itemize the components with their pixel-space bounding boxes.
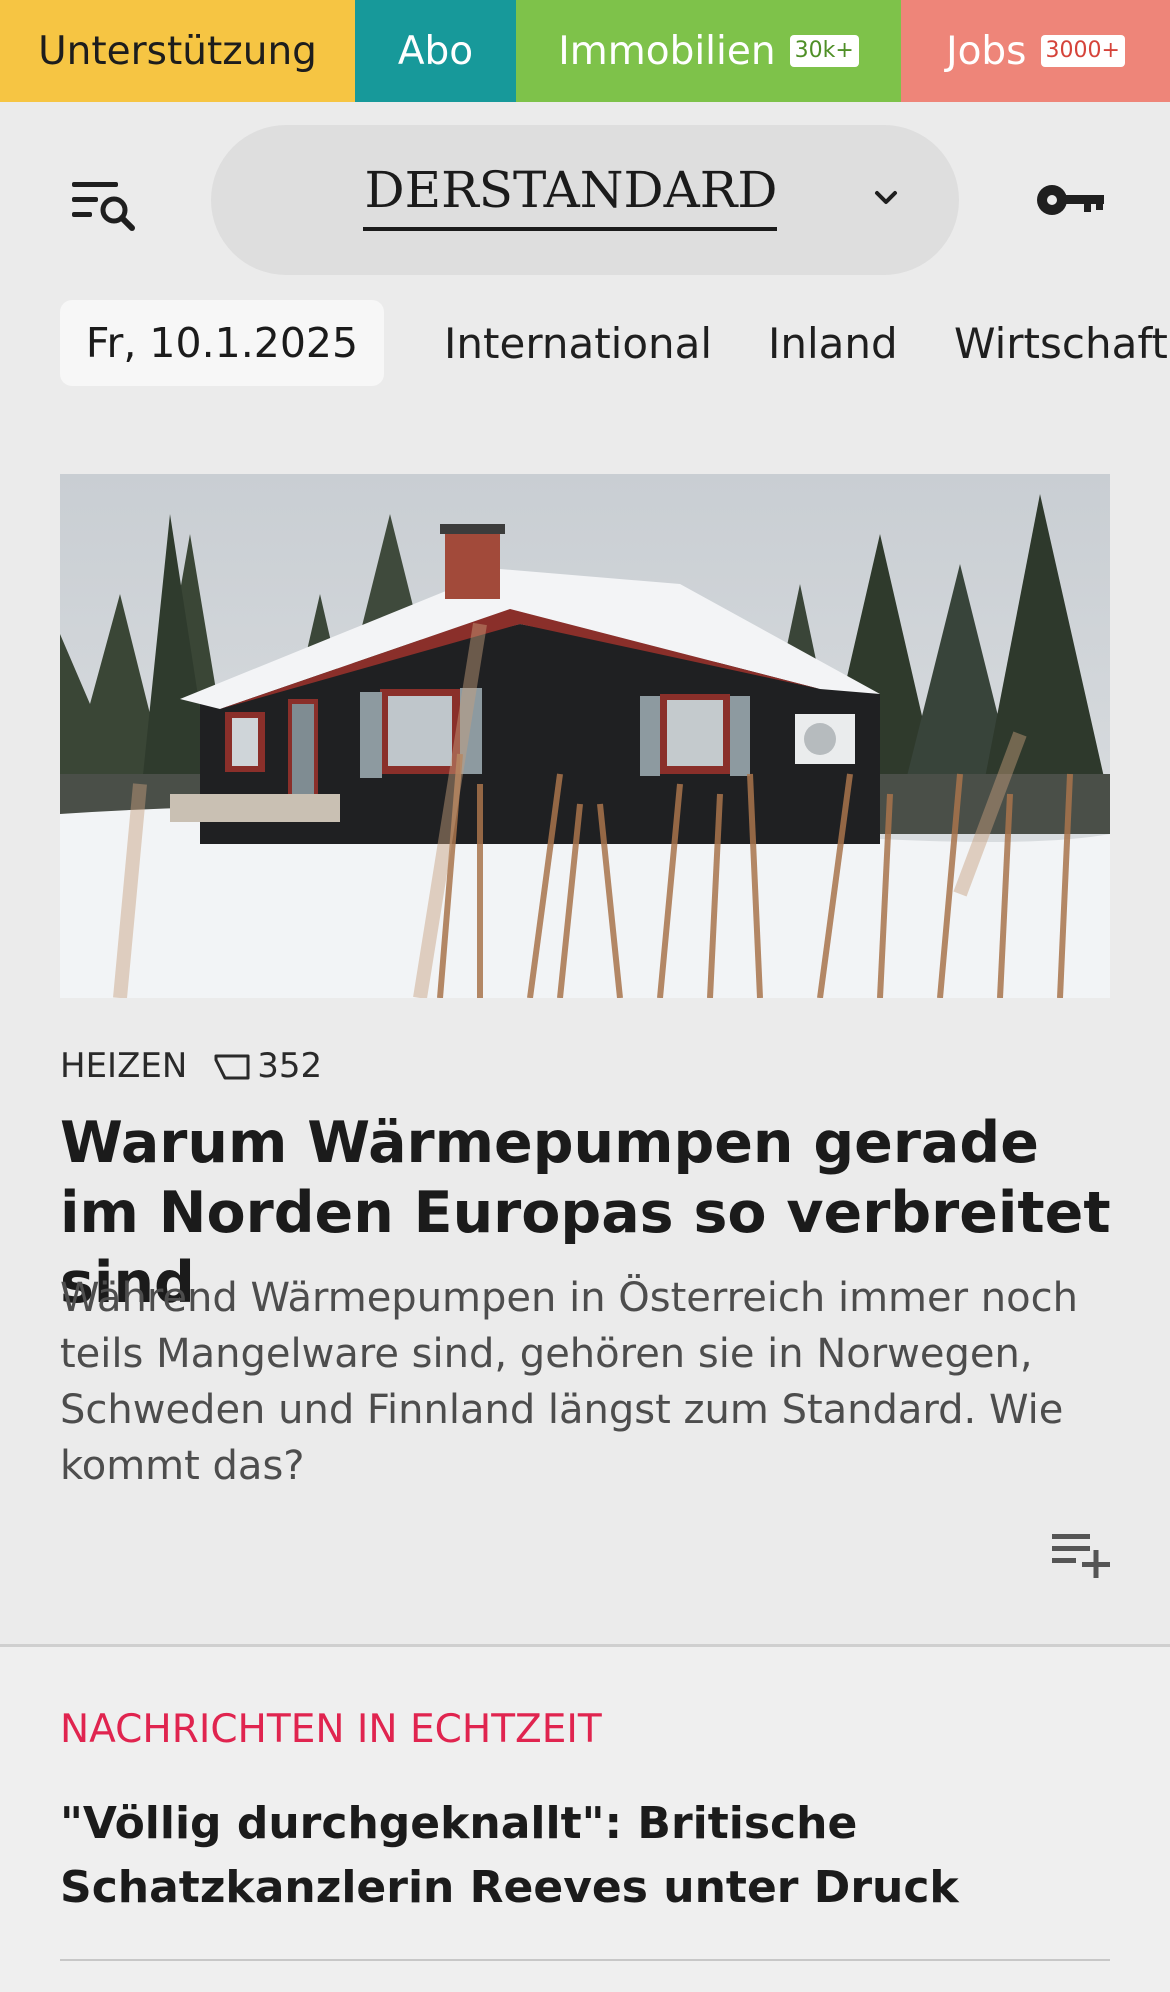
top-service-bar: Unterstützung Abo Immobilien 30k+ Jobs 3… — [0, 0, 1170, 102]
brand-logo: DerStandard — [364, 161, 778, 219]
add-to-list-icon[interactable] — [1050, 1530, 1112, 1578]
immobilien-link[interactable]: Immobilien 30k+ — [516, 0, 901, 102]
jobs-link[interactable]: Jobs 3000+ — [901, 0, 1170, 102]
brand-selector[interactable]: DerStandard — [211, 125, 959, 275]
article-kicker: HEIZEN 352 — [60, 1046, 322, 1086]
abo-label: Abo — [397, 28, 474, 74]
date-button[interactable]: Fr, 10.1.2025 — [60, 300, 384, 386]
nav-item-wirtschaft[interactable]: Wirtschaft — [954, 300, 1168, 386]
brand-underline — [363, 227, 777, 231]
immobilien-count-badge: 30k+ — [789, 35, 859, 67]
comment-icon[interactable] — [213, 1051, 251, 1081]
live-news-title[interactable]: Nachrichten in Echtzeit — [60, 1707, 602, 1752]
article-teaser[interactable]: Während Wärmepumpen in Österreich immer … — [60, 1270, 1120, 1494]
key-icon[interactable] — [1036, 180, 1106, 220]
menu-search-icon[interactable] — [72, 178, 142, 238]
kicker-label[interactable]: HEIZEN — [60, 1046, 187, 1086]
abo-link[interactable]: Abo — [355, 0, 516, 102]
immobilien-label: Immobilien — [558, 28, 776, 74]
chevron-down-icon[interactable] — [871, 183, 901, 213]
nav-item-inland[interactable]: Inland — [768, 300, 898, 386]
section-nav: Fr, 10.1.2025 International Inland Wirts… — [0, 300, 1170, 386]
live-news-rule — [60, 1959, 1110, 1961]
support-label: Unterstützung — [38, 28, 317, 74]
article-hero-image[interactable] — [60, 474, 1110, 998]
jobs-label: Jobs — [946, 28, 1027, 74]
live-news-headline[interactable]: "Völlig durchgeknallt": Britische Schatz… — [60, 1792, 1120, 1920]
jobs-count-badge: 3000+ — [1040, 35, 1125, 67]
live-news-section: Nachrichten in Echtzeit "Völlig durchgek… — [0, 1647, 1170, 1992]
support-link[interactable]: Unterstützung — [0, 0, 355, 102]
nav-item-international[interactable]: International — [444, 300, 712, 386]
comment-count[interactable]: 352 — [257, 1046, 322, 1086]
